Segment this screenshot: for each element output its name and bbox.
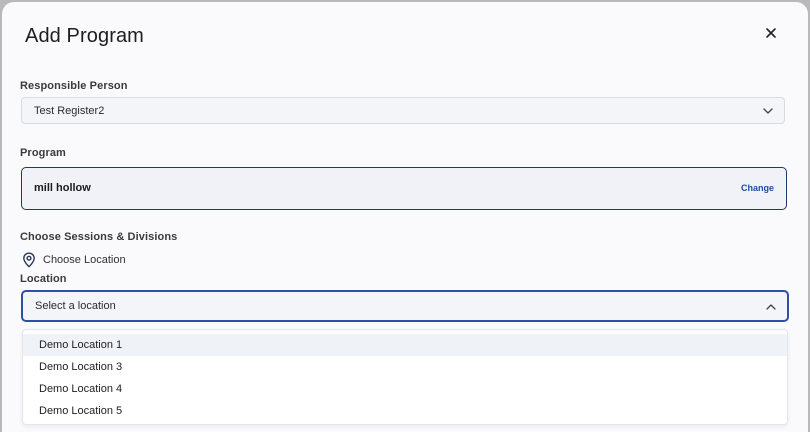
choose-location-button[interactable]: Choose Location: [22, 252, 126, 268]
location-dropdown: Demo Location 1 Demo Location 3 Demo Loc…: [22, 329, 788, 425]
location-option[interactable]: Demo Location 3: [23, 356, 787, 378]
location-option[interactable]: Demo Location 5: [23, 400, 787, 422]
change-program-link[interactable]: Change: [741, 183, 774, 193]
chevron-down-icon: [763, 108, 773, 114]
location-option[interactable]: Demo Location 1: [23, 334, 787, 356]
responsible-person-value: Test Register2: [34, 105, 105, 117]
sessions-divisions-label: Choose Sessions & Divisions: [20, 231, 178, 243]
program-card: mill hollow Change: [21, 167, 787, 210]
close-icon: [766, 28, 776, 38]
location-option-label: Demo Location 5: [39, 405, 123, 417]
map-pin-icon: [23, 252, 35, 268]
location-select[interactable]: Select a location: [21, 290, 789, 322]
program-name: mill hollow: [34, 182, 91, 194]
location-option-label: Demo Location 4: [39, 383, 123, 395]
close-button[interactable]: [762, 24, 780, 42]
dialog-title: Add Program: [25, 25, 144, 47]
chevron-up-icon: [766, 304, 776, 310]
program-label: Program: [20, 147, 66, 159]
add-program-dialog: Add Program Responsible Person Test Regi…: [2, 2, 808, 432]
choose-location-label: Choose Location: [43, 254, 126, 266]
responsible-person-label: Responsible Person: [20, 80, 128, 92]
location-placeholder: Select a location: [35, 300, 116, 312]
responsible-person-select[interactable]: Test Register2: [21, 97, 785, 124]
location-option-label: Demo Location 1: [39, 339, 123, 351]
location-option-label: Demo Location 3: [39, 361, 123, 373]
backdrop: Add Program Responsible Person Test Regi…: [0, 0, 810, 432]
location-option[interactable]: Demo Location 4: [23, 378, 787, 400]
location-label: Location: [20, 273, 67, 285]
